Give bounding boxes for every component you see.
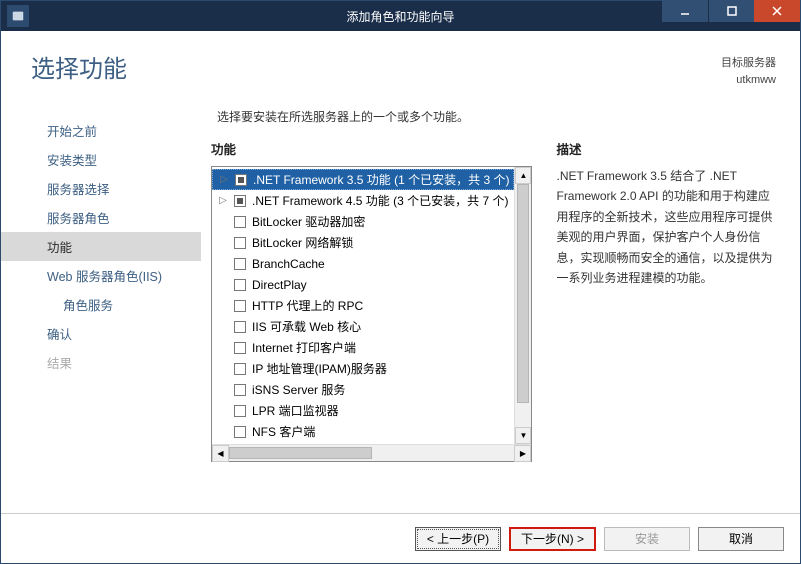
feature-row[interactable]: ▷BitLocker 网络解锁 [212,232,514,253]
titlebar: 添加角色和功能向导 [1,1,800,31]
feature-row[interactable]: ▷Internet 打印客户端 [212,337,514,358]
content-area: 选择要安装在所选服务器上的一个或多个功能。 功能 ▷ .NET Framework… [201,92,800,513]
feature-row[interactable]: ▷NFS 客户端 [212,421,514,442]
hscroll-thumb[interactable] [229,447,372,459]
wizard-window: 添加角色和功能向导 选择功能 目标服务器 utkmww 开始之前安装类型服务器选… [0,0,801,564]
description-column: 描述 .NET Framework 3.5 结合了 .NET Framework… [556,139,776,513]
footer: < 上一步(P) 下一步(N) > 安装 取消 [1,513,800,563]
sidebar-item[interactable]: 角色服务 [1,290,201,319]
feature-row[interactable]: ▷BitLocker 驱动器加密 [212,211,514,232]
sidebar-item[interactable]: 确认 [1,319,201,348]
scroll-left-button[interactable]: ◀ [212,445,229,462]
feature-label: .NET Framework 4.5 功能 (3 个已安装，共 7 个) [252,192,508,209]
scroll-up-button[interactable]: ▲ [515,167,531,184]
chevron-up-icon: ▲ [520,171,528,180]
instruction-text: 选择要安装在所选服务器上的一个或多个功能。 [211,102,776,139]
feature-label: BitLocker 网络解锁 [252,234,353,251]
horizontal-scrollbar[interactable]: ◀ ▶ [212,444,531,461]
chevron-right-icon: ▶ [520,449,526,458]
target-server-value: utkmww [721,72,776,89]
install-button: 安装 [604,527,690,551]
header-row: 选择功能 目标服务器 utkmww [1,31,800,92]
sidebar-item[interactable]: 开始之前 [1,116,201,145]
feature-checkbox[interactable] [234,237,246,249]
minimize-button[interactable] [662,0,708,22]
feature-checkbox[interactable] [234,363,246,375]
feature-label: HTTP 代理上的 RPC [252,297,363,314]
feature-label: NFS 客户端 [252,423,315,440]
feature-label: .NET Framework 3.5 功能 (1 个已安装，共 3 个) [253,171,509,188]
wizard-icon [7,5,29,27]
feature-label: Internet 打印客户端 [252,339,356,356]
chevron-down-icon: ▼ [520,431,528,440]
columns: 功能 ▷ .NET Framework 3.5 功能 (1 个已安装，共 3 个)… [211,139,776,513]
cancel-button[interactable]: 取消 [698,527,784,551]
feature-label: DirectPlay [252,278,307,292]
previous-button[interactable]: < 上一步(P) [415,527,501,551]
features-listbox: ▷ .NET Framework 3.5 功能 (1 个已安装，共 3 个) ▷ .N… [211,166,532,462]
feature-label: BranchCache [252,257,325,271]
maximize-button[interactable] [708,0,754,22]
features-list-rows: ▷ .NET Framework 3.5 功能 (1 个已安装，共 3 个) ▷ .N… [212,167,531,444]
chevron-left-icon: ◀ [217,449,223,458]
feature-row[interactable]: ▷IIS 可承载 Web 核心 [212,316,514,337]
feature-checkbox[interactable] [234,195,246,207]
close-button[interactable] [754,0,800,22]
hscroll-track[interactable] [229,445,514,461]
feature-label: LPR 端口监视器 [252,402,339,419]
expander-icon[interactable]: ▷ [219,175,229,185]
description-text: .NET Framework 3.5 结合了 .NET Framework 2.… [556,166,776,288]
feature-checkbox[interactable] [234,216,246,228]
vertical-scrollbar[interactable]: ▲ ▼ [514,167,531,444]
feature-row[interactable]: ▷IP 地址管理(IPAM)服务器 [212,358,514,379]
features-column: 功能 ▷ .NET Framework 3.5 功能 (1 个已安装，共 3 个)… [211,139,532,513]
sidebar-item[interactable]: 服务器角色 [1,203,201,232]
feature-checkbox[interactable] [234,342,246,354]
scroll-right-button[interactable]: ▶ [514,445,531,462]
expander-icon[interactable]: ▷ [218,196,228,206]
main-area: 开始之前安装类型服务器选择服务器角色功能Web 服务器角色(IIS)角色服务确认… [1,92,800,513]
feature-label: IIS 可承载 Web 核心 [252,318,361,335]
feature-checkbox[interactable] [234,279,246,291]
feature-checkbox[interactable] [234,384,246,396]
feature-row[interactable]: ▷BranchCache [212,253,514,274]
sidebar-item[interactable]: Web 服务器角色(IIS) [1,261,201,290]
sidebar-item: 结果 [1,348,201,377]
wizard-body: 选择功能 目标服务器 utkmww 开始之前安装类型服务器选择服务器角色功能We… [1,31,800,563]
sidebar-item[interactable]: 功能 [1,232,201,261]
feature-label: IP 地址管理(IPAM)服务器 [252,360,387,377]
feature-row[interactable]: ▷LPR 端口监视器 [212,400,514,421]
feature-checkbox[interactable] [235,174,247,186]
feature-checkbox[interactable] [234,258,246,270]
feature-checkbox[interactable] [234,426,246,438]
window-controls [662,1,800,31]
feature-checkbox[interactable] [234,405,246,417]
sidebar: 开始之前安装类型服务器选择服务器角色功能Web 服务器角色(IIS)角色服务确认… [1,92,201,513]
feature-label: iSNS Server 服务 [252,381,345,398]
scroll-track[interactable] [515,184,531,427]
feature-row[interactable]: ▷HTTP 代理上的 RPC [212,295,514,316]
target-server-label: 目标服务器 [721,55,776,72]
feature-checkbox[interactable] [234,321,246,333]
target-server-block: 目标服务器 utkmww [721,49,776,88]
features-heading: 功能 [211,139,532,166]
feature-row[interactable]: ▷iSNS Server 服务 [212,379,514,400]
sidebar-item[interactable]: 安装类型 [1,145,201,174]
next-button[interactable]: 下一步(N) > [509,527,596,551]
description-heading: 描述 [556,139,776,166]
page-title: 选择功能 [31,49,721,88]
feature-checkbox[interactable] [234,300,246,312]
feature-label: BitLocker 驱动器加密 [252,213,365,230]
feature-row[interactable]: ▷ .NET Framework 4.5 功能 (3 个已安装，共 7 个) [212,190,514,211]
feature-row[interactable]: ▷ .NET Framework 3.5 功能 (1 个已安装，共 3 个) [212,169,514,190]
feature-row[interactable]: ▷DirectPlay [212,274,514,295]
features-list[interactable]: ▷ .NET Framework 3.5 功能 (1 个已安装，共 3 个) ▷ .N… [212,167,514,444]
sidebar-item[interactable]: 服务器选择 [1,174,201,203]
scroll-down-button[interactable]: ▼ [515,427,531,444]
scroll-thumb[interactable] [517,184,529,403]
